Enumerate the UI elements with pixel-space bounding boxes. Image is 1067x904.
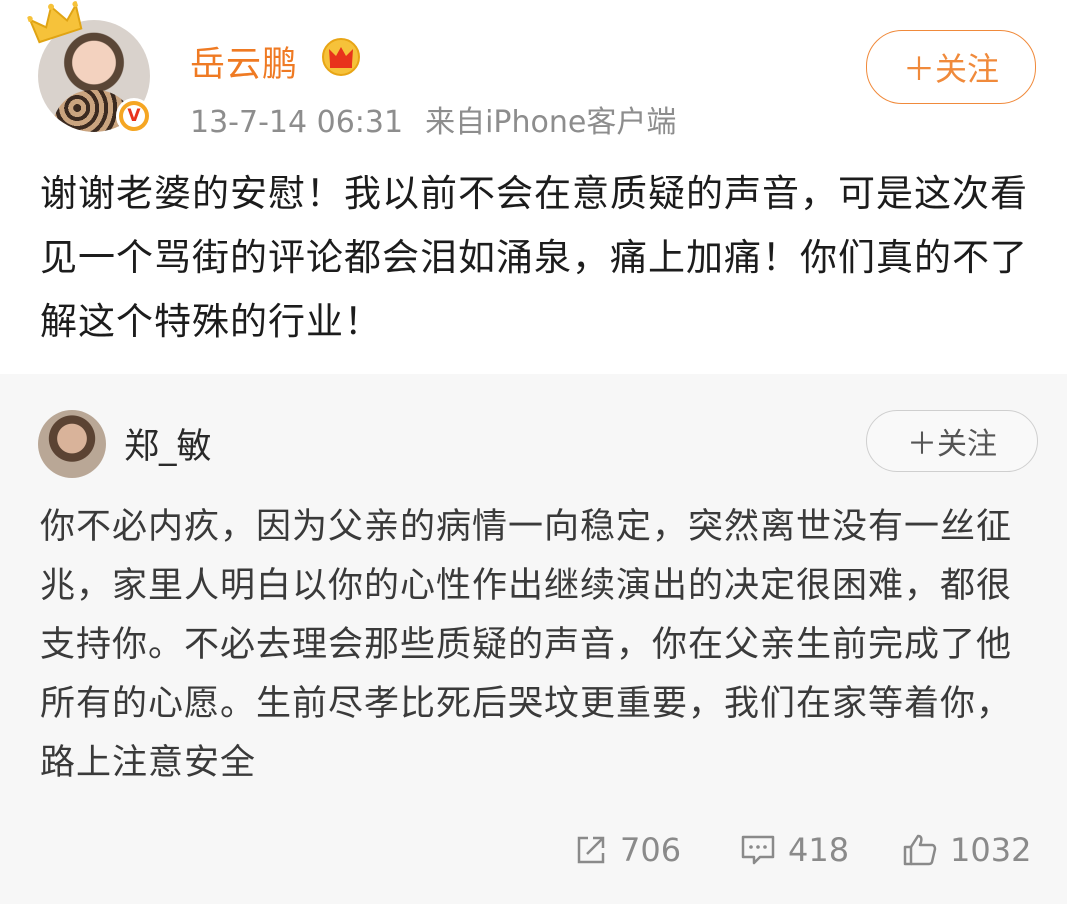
retweet-card[interactable]: 郑_敏 ＋关注 你不必内疚，因为父亲的病情一向稳定，突然离世没有一丝征兆，家里人… — [0, 374, 1067, 904]
post-header: V 岳云鹏 13-7-14 06:31 来自iPhone客户端 ＋关注 — [0, 0, 1067, 150]
post-text: 谢谢老婆的安慰！我以前不会在意质疑的声音，可是这次看见一个骂街的评论都会泪如涌泉… — [40, 172, 1028, 343]
follow-button[interactable]: ＋关注 — [866, 30, 1036, 104]
retweet-stats: 706 418 1032 — [0, 826, 1067, 876]
retweet-author-avatar[interactable] — [38, 410, 106, 478]
comment-stat[interactable]: 418 — [740, 826, 849, 874]
repost-count: 706 — [620, 831, 682, 869]
thumbs-up-icon — [903, 834, 937, 866]
post-meta: 13-7-14 06:31 来自iPhone客户端 — [190, 97, 676, 141]
post-source: 来自iPhone客户端 — [425, 105, 677, 140]
like-count: 1032 — [950, 831, 1032, 869]
author-avatar[interactable]: V — [26, 1, 158, 140]
comment-count: 418 — [788, 831, 850, 869]
vip-crown-icon — [322, 38, 360, 76]
comment-icon — [741, 835, 775, 865]
retweet-text: 你不必内疚，因为父亲的病情一向稳定，突然离世没有一丝征兆，家里人明白以你的心性作… — [40, 507, 1013, 783]
retweet-author-name[interactable]: 郑_敏 — [124, 418, 212, 469]
repost-icon — [577, 836, 605, 864]
like-stat[interactable]: 1032 — [902, 826, 1031, 874]
author-name[interactable]: 岳云鹏 — [190, 36, 298, 87]
post-timestamp: 13-7-14 06:31 — [190, 105, 404, 140]
repost-stat[interactable]: 706 — [574, 826, 681, 874]
retweet-follow-button[interactable]: ＋关注 — [866, 410, 1038, 472]
verified-v-icon: V — [116, 98, 152, 134]
